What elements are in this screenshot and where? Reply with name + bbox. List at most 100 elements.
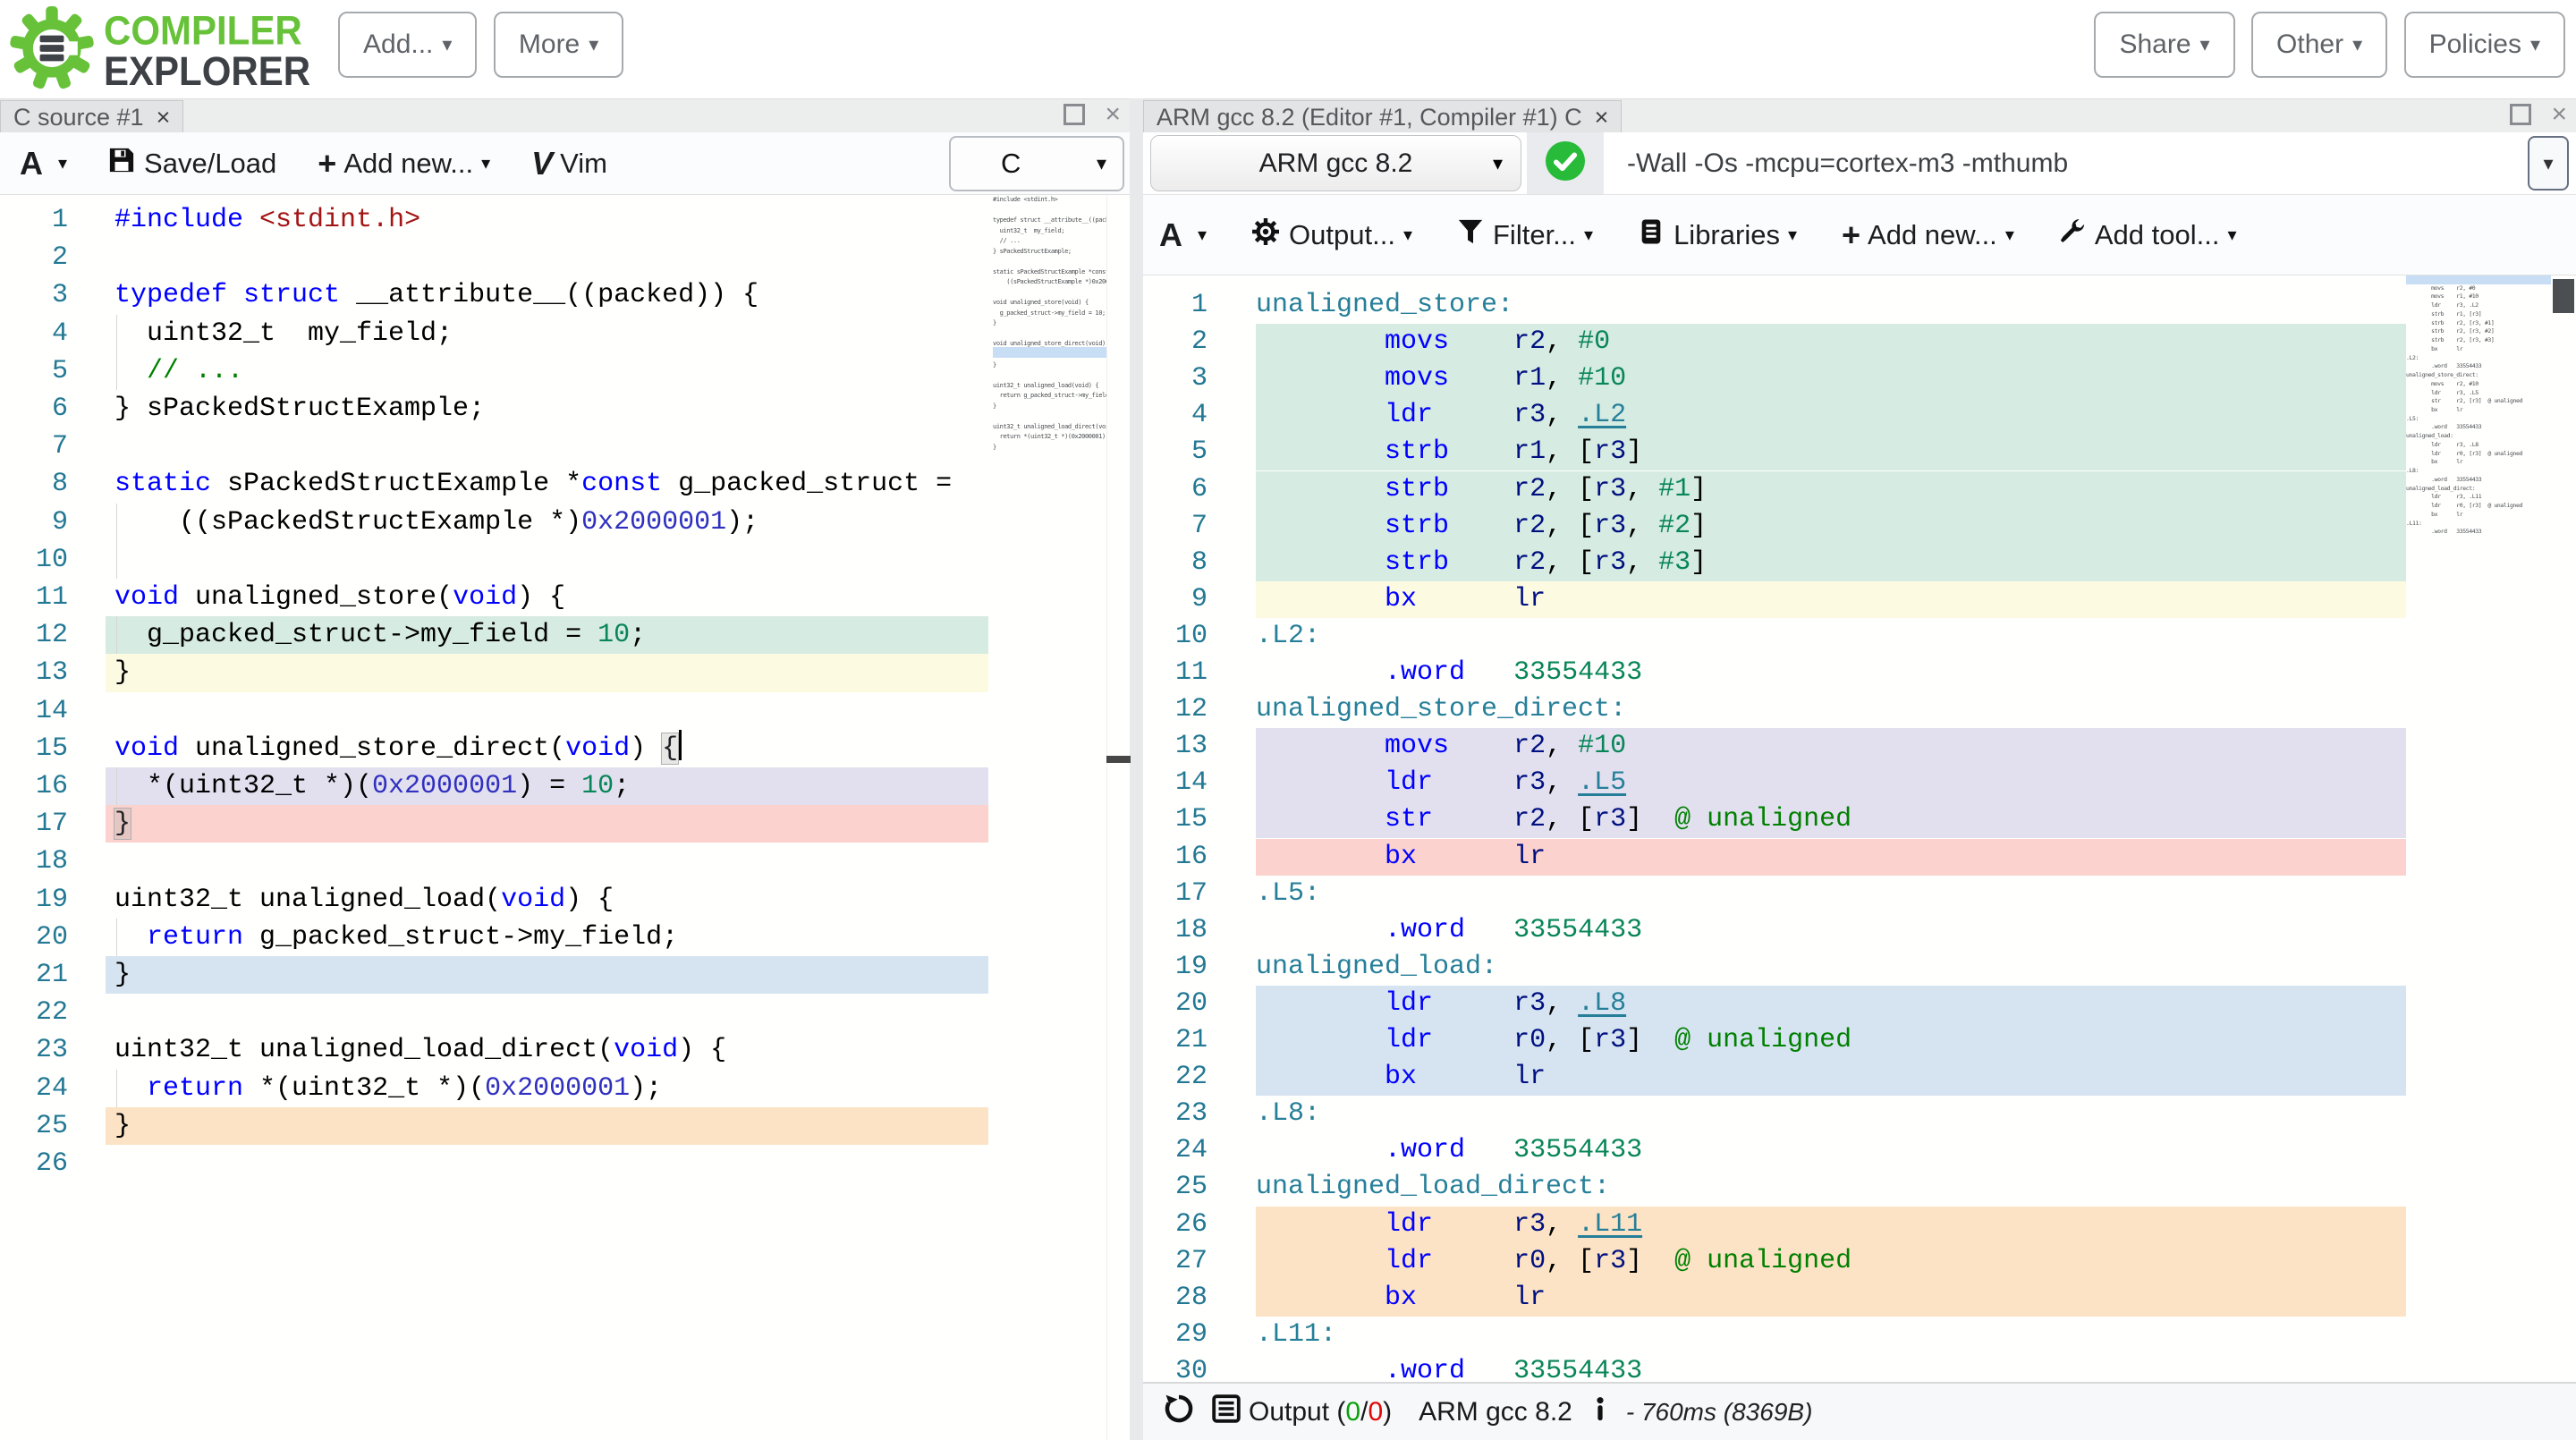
options-dropdown-button[interactable]: ▾ [2528,136,2569,191]
output-options-button[interactable]: Output...▾ [1251,217,1412,253]
code-line[interactable]: 13} [0,654,1130,691]
code-line[interactable]: 27 ldr r0, [r3] @ unaligned [1143,1243,2576,1280]
code-line[interactable]: 28 bx lr [1143,1280,2576,1317]
code-line[interactable]: 26 [0,1145,1130,1182]
code-line[interactable]: 1unaligned_store: [1143,287,2576,324]
code-line[interactable]: 18 [0,843,1130,880]
label-link[interactable]: .L5 [1578,767,1626,798]
code-line[interactable]: 21 ldr r0, [r3] @ unaligned [1143,1022,2576,1059]
asm-minimap[interactable]: unaligned_store: movs r2, #0 movs r1, #1… [2406,275,2551,553]
output-log-icon[interactable] [1211,1393,1241,1431]
code-line[interactable]: 8static sPackedStructExample *const g_pa… [0,465,1130,503]
code-line[interactable]: 6} sPackedStructExample; [0,390,1130,428]
code-line[interactable]: 19unaligned_load: [1143,949,2576,986]
code-line[interactable]: 23.L8: [1143,1096,2576,1132]
asm-output-editor[interactable]: 1unaligned_store:2 movs r2, #03 movs r1,… [1143,275,2576,1382]
compiler-picker[interactable]: ARM gcc 8.2 ▾ [1150,135,1521,191]
code-line[interactable]: 18 .word 33554433 [1143,912,2576,949]
code-line[interactable]: 8 strb r2, [r3, #3] [1143,545,2576,581]
vim-toggle-button[interactable]: VVim [531,145,607,182]
code-line[interactable]: 20 ldr r3, .L8 [1143,986,2576,1022]
pane-splitter[interactable] [1130,98,1143,1440]
source-scrollbar[interactable] [1106,195,1130,1440]
more-menu-button[interactable]: More▾ [494,12,623,78]
close-icon[interactable]: × [2551,104,2567,125]
label-link[interactable]: .L2 [1578,400,1626,430]
code-line[interactable]: 5 // ... [0,352,1130,390]
code-line[interactable]: 6 strb r2, [r3, #1] [1143,471,2576,508]
code-line[interactable]: 24 .word 33554433 [1143,1132,2576,1169]
refresh-icon[interactable] [1163,1393,1195,1432]
code-line[interactable]: 13 movs r2, #10 [1143,728,2576,765]
add-new-button[interactable]: +Add new...▾ [1842,216,2014,254]
code-line[interactable]: 11 .word 33554433 [1143,655,2576,691]
info-icon[interactable] [1587,1395,1614,1429]
code-line[interactable]: 7 strb r2, [r3, #2] [1143,508,2576,545]
source-minimap[interactable]: #include <stdint.h> typedef struct __att… [993,195,1106,490]
code-line[interactable]: 17} [0,805,1130,843]
close-icon[interactable]: × [1595,104,1609,131]
code-line[interactable]: 4 uint32_t my_field; [0,315,1130,352]
other-button[interactable]: Other▾ [2251,12,2387,78]
close-icon[interactable]: × [157,104,171,131]
code-line[interactable]: 5 strb r1, [r3] [1143,434,2576,470]
code-line[interactable]: 3 movs r1, #10 [1143,360,2576,397]
code-line[interactable]: 23uint32_t unaligned_load_direct(void) { [0,1031,1130,1069]
policies-button[interactable]: Policies▾ [2404,12,2565,78]
font-size-button[interactable]: A▾ [1159,216,1207,254]
code-line[interactable]: 26 ldr r3, .L11 [1143,1207,2576,1243]
font-size-button[interactable]: A▾ [20,145,67,182]
code-line[interactable]: 22 bx lr [1143,1059,2576,1096]
code-line[interactable]: 17.L5: [1143,876,2576,912]
share-button[interactable]: Share▾ [2094,12,2234,78]
label-link[interactable]: .L11 [1578,1209,1642,1240]
code-line[interactable]: 25} [0,1107,1130,1145]
output-toggle[interactable]: Output (0/0) [1249,1397,1392,1427]
code-line[interactable]: 30 .word 33554433 [1143,1353,2576,1382]
label-link[interactable]: .L8 [1578,988,1626,1019]
code-line[interactable]: 4 ldr r3, .L2 [1143,397,2576,434]
maximize-icon[interactable] [2510,104,2531,125]
source-code-editor[interactable]: 1#include <stdint.h>23typedef struct __a… [0,195,1130,1440]
code-line[interactable]: 7 [0,428,1130,465]
tab-c-source[interactable]: C source #1 × [0,100,183,133]
code-line[interactable]: 25unaligned_load_direct: [1143,1169,2576,1206]
save-load-button[interactable]: Save/Load [108,147,276,181]
add-new-button[interactable]: +Add new...▾ [318,145,490,182]
code-line[interactable]: 9 bx lr [1143,581,2576,618]
code-line[interactable]: 19uint32_t unaligned_load(void) { [0,881,1130,919]
code-line[interactable]: 12unaligned_store_direct: [1143,691,2576,728]
code-line[interactable]: 16 *(uint32_t *)(0x2000001) = 10; [0,767,1130,805]
code-line[interactable]: 29.L11: [1143,1317,2576,1353]
code-line[interactable]: 3typedef struct __attribute__((packed)) … [0,276,1130,314]
code-line[interactable]: 14 ldr r3, .L5 [1143,765,2576,801]
maximize-icon[interactable] [1063,104,1085,125]
code-line[interactable]: 11void unaligned_store(void) { [0,579,1130,616]
code-line[interactable]: 9 ((sPackedStructExample *)0x2000001); [0,504,1130,541]
compiler-options-input[interactable] [1604,132,2526,194]
code-line[interactable]: 24 return *(uint32_t *)(0x2000001); [0,1070,1130,1107]
code-line[interactable]: 1#include <stdint.h> [0,201,1130,239]
code-line[interactable]: 12 g_packed_struct->my_field = 10; [0,616,1130,654]
code-line[interactable]: 2 movs r2, #0 [1143,324,2576,360]
tab-compiler[interactable]: ARM gcc 8.2 (Editor #1, Compiler #1) C × [1143,100,1622,133]
libraries-button[interactable]: Libraries▾ [1638,218,1797,252]
asm-scrollbar[interactable] [2553,279,2574,313]
filter-button[interactable]: Filter...▾ [1457,218,1593,252]
add-menu-button[interactable]: Add...▾ [338,12,477,78]
close-icon[interactable]: × [1105,104,1121,125]
language-select[interactable]: C ▾ [949,136,1124,191]
code-line[interactable]: 10.L2: [1143,618,2576,655]
code-line[interactable]: 20 return g_packed_struct->my_field; [0,919,1130,956]
code-line[interactable]: 10 [0,541,1130,579]
add-tool-button[interactable]: Add tool...▾ [2059,218,2237,252]
code-line[interactable]: 2 [0,239,1130,276]
code-line[interactable]: 22 [0,994,1130,1031]
code-line[interactable]: 15void unaligned_store_direct(void) { [0,730,1130,767]
code-line[interactable]: 21} [0,956,1130,994]
code-line[interactable]: 15 str r2, [r3] @ unaligned [1143,801,2576,838]
code-line[interactable]: 14 [0,692,1130,730]
splitter-handle[interactable] [1106,756,1131,763]
compiler-explorer-logo[interactable]: COMPILER EXPLORER [9,5,310,96]
code-line[interactable]: 16 bx lr [1143,839,2576,876]
